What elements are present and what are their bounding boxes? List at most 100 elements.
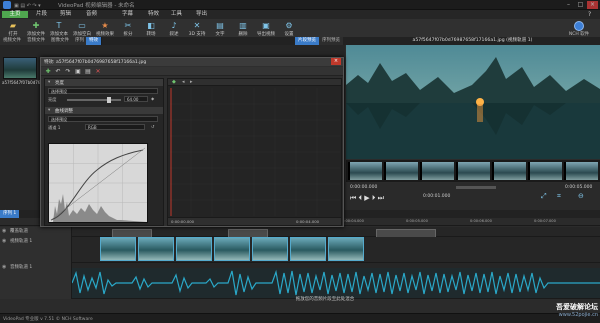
redo-icon[interactable]: ↷ — [64, 68, 72, 75]
minimize-icon[interactable]: – — [563, 1, 574, 9]
status-bar: VideoPad 专业版 v 7.51 © NCH Software — [0, 313, 600, 323]
preset-select-2[interactable]: 选择预设 — [48, 116, 158, 122]
audio-drop-hint: 拖放您的音频片段至此处混合 — [295, 297, 355, 302]
3d-icon: ✕ — [193, 21, 201, 30]
title-bar: ▣ ▤ ↶ ↷ ▾ VideoPad 视频编辑器 - 未命名 – □ × — [0, 0, 600, 10]
transition-icon: ◧ — [147, 21, 155, 30]
menu-clip[interactable]: 片段 — [36, 11, 47, 18]
tab-effects[interactable]: 特效 — [86, 37, 102, 45]
undo-icon[interactable]: ↶ — [54, 68, 62, 75]
video-effects-icon: ★ — [101, 21, 109, 30]
add-keyframe-icon[interactable]: ◆ — [172, 79, 176, 85]
menu-export[interactable]: 导出 — [196, 11, 207, 18]
audio-track-header: ◉ 音频轨道 1 — [0, 263, 72, 299]
collapse-icon[interactable]: ▾ — [48, 108, 50, 113]
app-icon — [3, 1, 11, 9]
dialog-title-bar[interactable]: 特效: a57f5647f07b0d76987658f17166a1.jpg × — [41, 58, 343, 66]
preview-scrubber[interactable] — [456, 186, 496, 189]
keyframe-time-end: 0:00:04.000 — [296, 219, 320, 224]
quick-access-toolbar[interactable]: ▣ ▤ ↶ ↷ ▾ — [14, 2, 54, 9]
eye-icon[interactable]: ◉ — [2, 238, 6, 244]
audio-clip[interactable] — [71, 268, 600, 298]
curve-editor[interactable] — [48, 143, 148, 223]
menu-home[interactable]: 主页 — [2, 11, 28, 18]
menu-tools[interactable]: 工具 — [171, 11, 182, 18]
status-text: VideoPad 专业版 v 7.51 © NCH Software — [3, 317, 93, 322]
timecode-end: 0:00:05.000 — [565, 185, 593, 190]
section-curves-header[interactable]: ▾ 曲线调整 — [45, 107, 163, 114]
add-text-icon: T — [56, 21, 62, 30]
brightness-slider-thumb[interactable] — [107, 97, 111, 103]
crop-icon[interactable]: ⌗ — [557, 192, 561, 201]
window-title: VideoPad 视频编辑器 - 未命名 — [58, 3, 135, 9]
settings-icon: ⚙ — [285, 21, 293, 30]
brightness-label: 亮度 — [48, 97, 57, 102]
brightness-value[interactable]: 64.00 — [124, 96, 148, 102]
brightness-slider[interactable] — [67, 99, 121, 101]
video-clip[interactable] — [100, 237, 136, 261]
menu-edit[interactable]: 剪辑 — [60, 11, 71, 18]
prev-keyframe-icon[interactable]: ◂ — [182, 79, 185, 85]
channel-select[interactable]: RGB — [85, 124, 145, 130]
ruler-tick: 0:00:07.000 — [534, 219, 556, 223]
delete-effect-icon[interactable]: ✕ — [94, 68, 102, 75]
keyframe-area[interactable]: ◆ ◂ ▸ 0:00:00.000 0:00:04.000 — [167, 78, 342, 226]
copy-icon[interactable]: ▣ — [74, 68, 82, 75]
caption-icon: ▤ — [216, 21, 224, 30]
timecode-start: 0:00:00.000 — [350, 185, 378, 190]
site-watermark: 吾爱破解论坛 www.52pojie.cn — [528, 302, 598, 322]
quick-access-icons[interactable]: ▣ ▤ ↶ ↷ ▾ — [14, 3, 41, 9]
menu-subtitle[interactable]: 字幕 — [122, 11, 133, 18]
video-clip[interactable] — [328, 237, 364, 261]
dialog-title: 特效: a57f5647f07b0d76987658f17166a1.jpg — [44, 60, 147, 65]
speaker-icon[interactable]: ◉ — [2, 264, 6, 270]
maximize-icon[interactable]: □ — [575, 1, 586, 9]
eye-icon[interactable]: ◉ — [2, 228, 6, 234]
blank-icon: ▭ — [78, 21, 86, 30]
tab-sequence-preview[interactable]: 序列预览 — [319, 37, 343, 45]
dialog-close-icon[interactable]: × — [331, 58, 341, 65]
tab-audio-files[interactable]: 音频文件 — [24, 37, 49, 45]
zoom-out-icon[interactable]: ⊖ — [578, 192, 584, 200]
reset-icon[interactable]: ↺ — [151, 124, 155, 129]
ruler-tick: 0:00:04.000 — [342, 219, 364, 223]
preview-video[interactable] — [346, 45, 600, 159]
audio-waveform — [71, 269, 600, 296]
split-icon: ✂ — [124, 21, 132, 30]
add-files-icon: ✚ — [32, 21, 40, 30]
video-track-header: ◉ 视频轨道 1 — [0, 237, 72, 263]
nch-globe-icon — [574, 21, 584, 31]
video-clip[interactable] — [252, 237, 288, 261]
overlay-track-header: ◉ 覆盖轨道 — [0, 227, 72, 237]
filmstrip[interactable] — [346, 160, 600, 182]
collapse-icon[interactable]: ▾ — [48, 80, 50, 85]
tab-sequence-1[interactable]: 序列 1 — [0, 210, 20, 218]
ruler-tick: 0:00:06.000 — [470, 219, 492, 223]
close-icon[interactable]: × — [587, 1, 598, 9]
section-brightness-header[interactable]: ▾ 亮度 — [45, 79, 163, 86]
media-thumbnail[interactable] — [3, 57, 37, 79]
menu-effects[interactable]: 特效 — [148, 11, 159, 18]
folder-icon: ▰ — [9, 21, 17, 30]
video-clip[interactable] — [176, 237, 212, 261]
keyframe-icon[interactable]: ◆ — [151, 96, 154, 101]
menu-audio[interactable]: 音频 — [86, 11, 97, 18]
tab-image-files[interactable]: 图像文件 — [48, 37, 73, 45]
transport-controls[interactable]: ⏮ ⏴ ▶ ⏵ ⏭ — [350, 194, 384, 203]
film-frame — [384, 162, 418, 180]
video-clip[interactable] — [214, 237, 250, 261]
overlay-track[interactable]: ◉ 覆盖轨道 — [0, 227, 600, 237]
watermark-line-1: 吾爱破解论坛 — [556, 303, 598, 311]
video-clip[interactable] — [290, 237, 326, 261]
next-keyframe-icon[interactable]: ▸ — [190, 79, 193, 85]
tab-clip-preview[interactable]: 片段预览 — [295, 37, 319, 45]
preset-select-1[interactable]: 选择预设 — [48, 88, 158, 94]
help-icon[interactable]: ? — [588, 11, 591, 18]
paste-icon[interactable]: ▤ — [84, 68, 92, 75]
fullscreen-icon[interactable]: ⤢ — [541, 192, 547, 201]
tab-video-files[interactable]: 视频文件 — [0, 37, 25, 45]
add-effect-icon[interactable]: ✚ — [44, 68, 52, 75]
preview-landscape — [346, 45, 600, 159]
film-frame — [456, 162, 490, 180]
video-clip[interactable] — [138, 237, 174, 261]
